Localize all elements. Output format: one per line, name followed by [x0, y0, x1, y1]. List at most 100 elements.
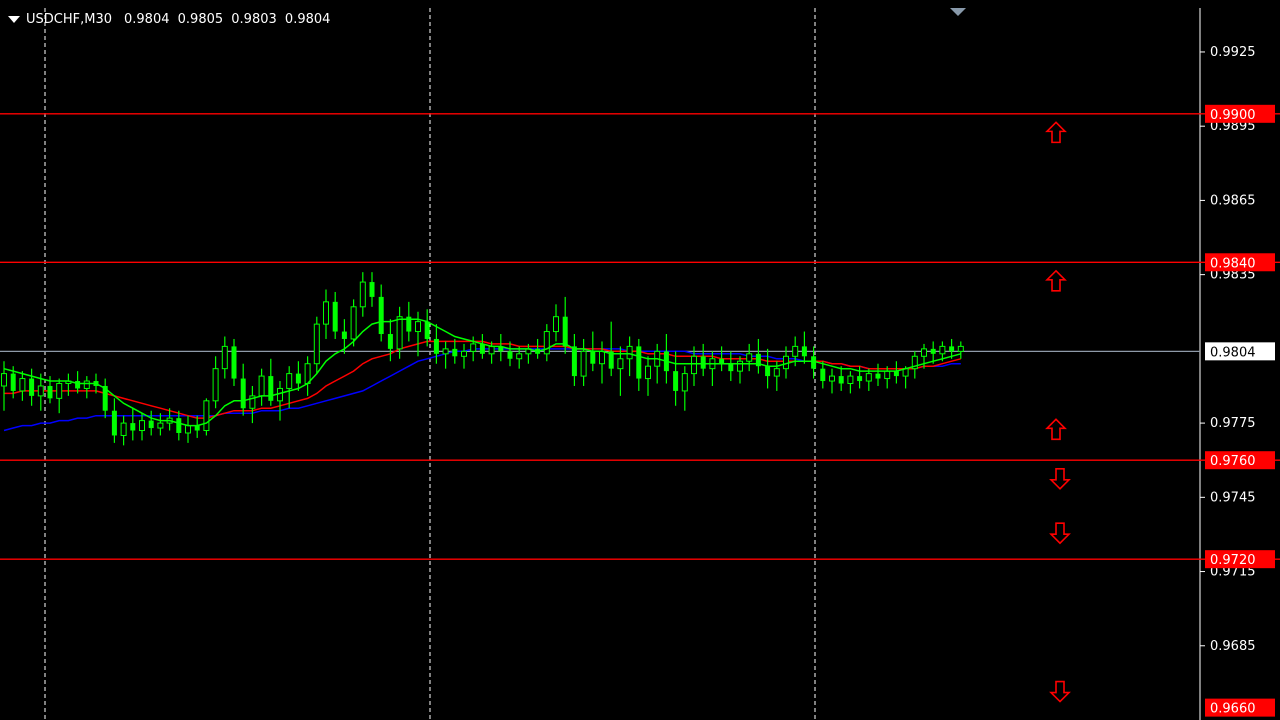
- candle-body: [378, 296, 384, 335]
- candle-body: [433, 338, 439, 354]
- candle-body: [240, 378, 246, 409]
- level-label: 0.9840: [1210, 256, 1256, 271]
- ohlc-readout: 0.9804 0.9805 0.9803 0.9804: [124, 12, 334, 27]
- candle-body: [387, 334, 393, 349]
- candle-body: [838, 376, 844, 384]
- candle-body: [636, 346, 642, 379]
- candle-body: [811, 356, 817, 369]
- candle-body: [47, 385, 53, 399]
- chart-canvas[interactable]: 0.99250.98950.98650.98350.97750.97450.97…: [0, 0, 1280, 720]
- candle-body: [801, 346, 807, 357]
- candle-body: [203, 400, 210, 432]
- candle-body: [847, 375, 854, 385]
- candle-body: [728, 363, 734, 372]
- candle-body: [157, 422, 164, 429]
- candle-body: [865, 373, 872, 382]
- candle-body: [571, 346, 577, 377]
- price-tick-label: 0.9745: [1210, 490, 1256, 505]
- symbol-timeframe: USDCHF,M30: [26, 12, 112, 27]
- low-value: 0.9803: [231, 12, 277, 27]
- candle-body: [120, 422, 127, 436]
- candle-body: [792, 345, 799, 357]
- candle-body: [553, 316, 559, 333]
- candle-body: [507, 351, 513, 359]
- open-value: 0.9804: [124, 12, 170, 27]
- candle-body: [562, 316, 568, 347]
- candle-body: [820, 368, 826, 382]
- chart-menu-icon[interactable]: [8, 16, 20, 23]
- candle-body: [765, 366, 771, 377]
- candle-body: [415, 321, 421, 333]
- candle-body: [83, 380, 90, 389]
- candle-body: [1, 373, 7, 387]
- candle-body: [691, 355, 697, 375]
- candle-body: [130, 423, 136, 431]
- candle-body: [617, 358, 624, 370]
- candle-body: [479, 343, 485, 354]
- candle-body: [442, 348, 449, 355]
- level-label: 0.9900: [1210, 108, 1256, 123]
- candle-body: [470, 343, 477, 352]
- price-tick-label: 0.9865: [1210, 193, 1256, 208]
- candle-body: [626, 345, 633, 360]
- candle-body: [323, 301, 329, 325]
- candle-body: [939, 345, 946, 355]
- candle-body: [396, 316, 403, 350]
- candle-body: [10, 373, 16, 391]
- candle-body: [857, 376, 863, 382]
- high-value: 0.9805: [177, 12, 224, 27]
- candle-body: [185, 425, 191, 434]
- candle-body: [645, 365, 651, 380]
- candle-body: [19, 378, 26, 392]
- candle-body: [875, 373, 881, 379]
- candle-body: [930, 348, 936, 354]
- candle-body: [37, 385, 44, 397]
- candle-body: [313, 323, 320, 365]
- candle-body: [341, 331, 347, 339]
- candle-body: [461, 350, 467, 357]
- candle-body: [488, 345, 495, 355]
- candle-body: [258, 375, 265, 397]
- candle-body: [737, 360, 743, 372]
- candle-body: [424, 321, 430, 339]
- candle-body: [452, 348, 458, 357]
- candle-body: [829, 375, 835, 382]
- candle-body: [359, 281, 366, 308]
- level-label: 0.9720: [1210, 553, 1256, 568]
- chart-header: USDCHF,M30 0.9804 0.9805 0.9803 0.9804: [8, 12, 334, 27]
- candle-body: [773, 368, 780, 377]
- candle-body: [516, 353, 523, 360]
- candle-body: [148, 420, 154, 429]
- candle-body: [949, 346, 955, 352]
- current-price-label: 0.9804: [1210, 345, 1256, 360]
- close-value: 0.9804: [284, 12, 331, 27]
- candle-body: [746, 353, 753, 362]
- price-tick-label: 0.9685: [1210, 639, 1256, 654]
- level-label: 0.9760: [1210, 454, 1256, 469]
- candle-body: [543, 331, 550, 355]
- candle-body: [350, 306, 357, 340]
- candle-body: [369, 282, 375, 297]
- price-tick-label: 0.9775: [1210, 416, 1256, 431]
- candle-body: [957, 345, 964, 352]
- candle-body: [921, 348, 927, 357]
- candle-body: [176, 418, 182, 433]
- candle-body: [884, 370, 891, 380]
- candle-body: [56, 383, 63, 399]
- candle-body: [295, 373, 301, 384]
- candle-body: [221, 345, 228, 370]
- candle-body: [700, 356, 706, 369]
- candle-body: [29, 378, 35, 396]
- candle-body: [268, 376, 274, 401]
- candle-body: [75, 381, 81, 389]
- candle-body: [286, 373, 293, 389]
- candle-body: [139, 420, 145, 432]
- candle-body: [673, 371, 679, 391]
- candle-body: [580, 350, 587, 377]
- candle-body: [599, 350, 605, 365]
- price-chart[interactable]: 0.9925 0.9895 0.9865 0.9835 0.9775 0.9745 0.97…: [0, 0, 1280, 720]
- candle-body: [212, 368, 219, 402]
- candle-body: [332, 301, 338, 332]
- level-label: 0.9660: [1210, 702, 1256, 717]
- price-tick-label: 0.9925: [1210, 45, 1256, 60]
